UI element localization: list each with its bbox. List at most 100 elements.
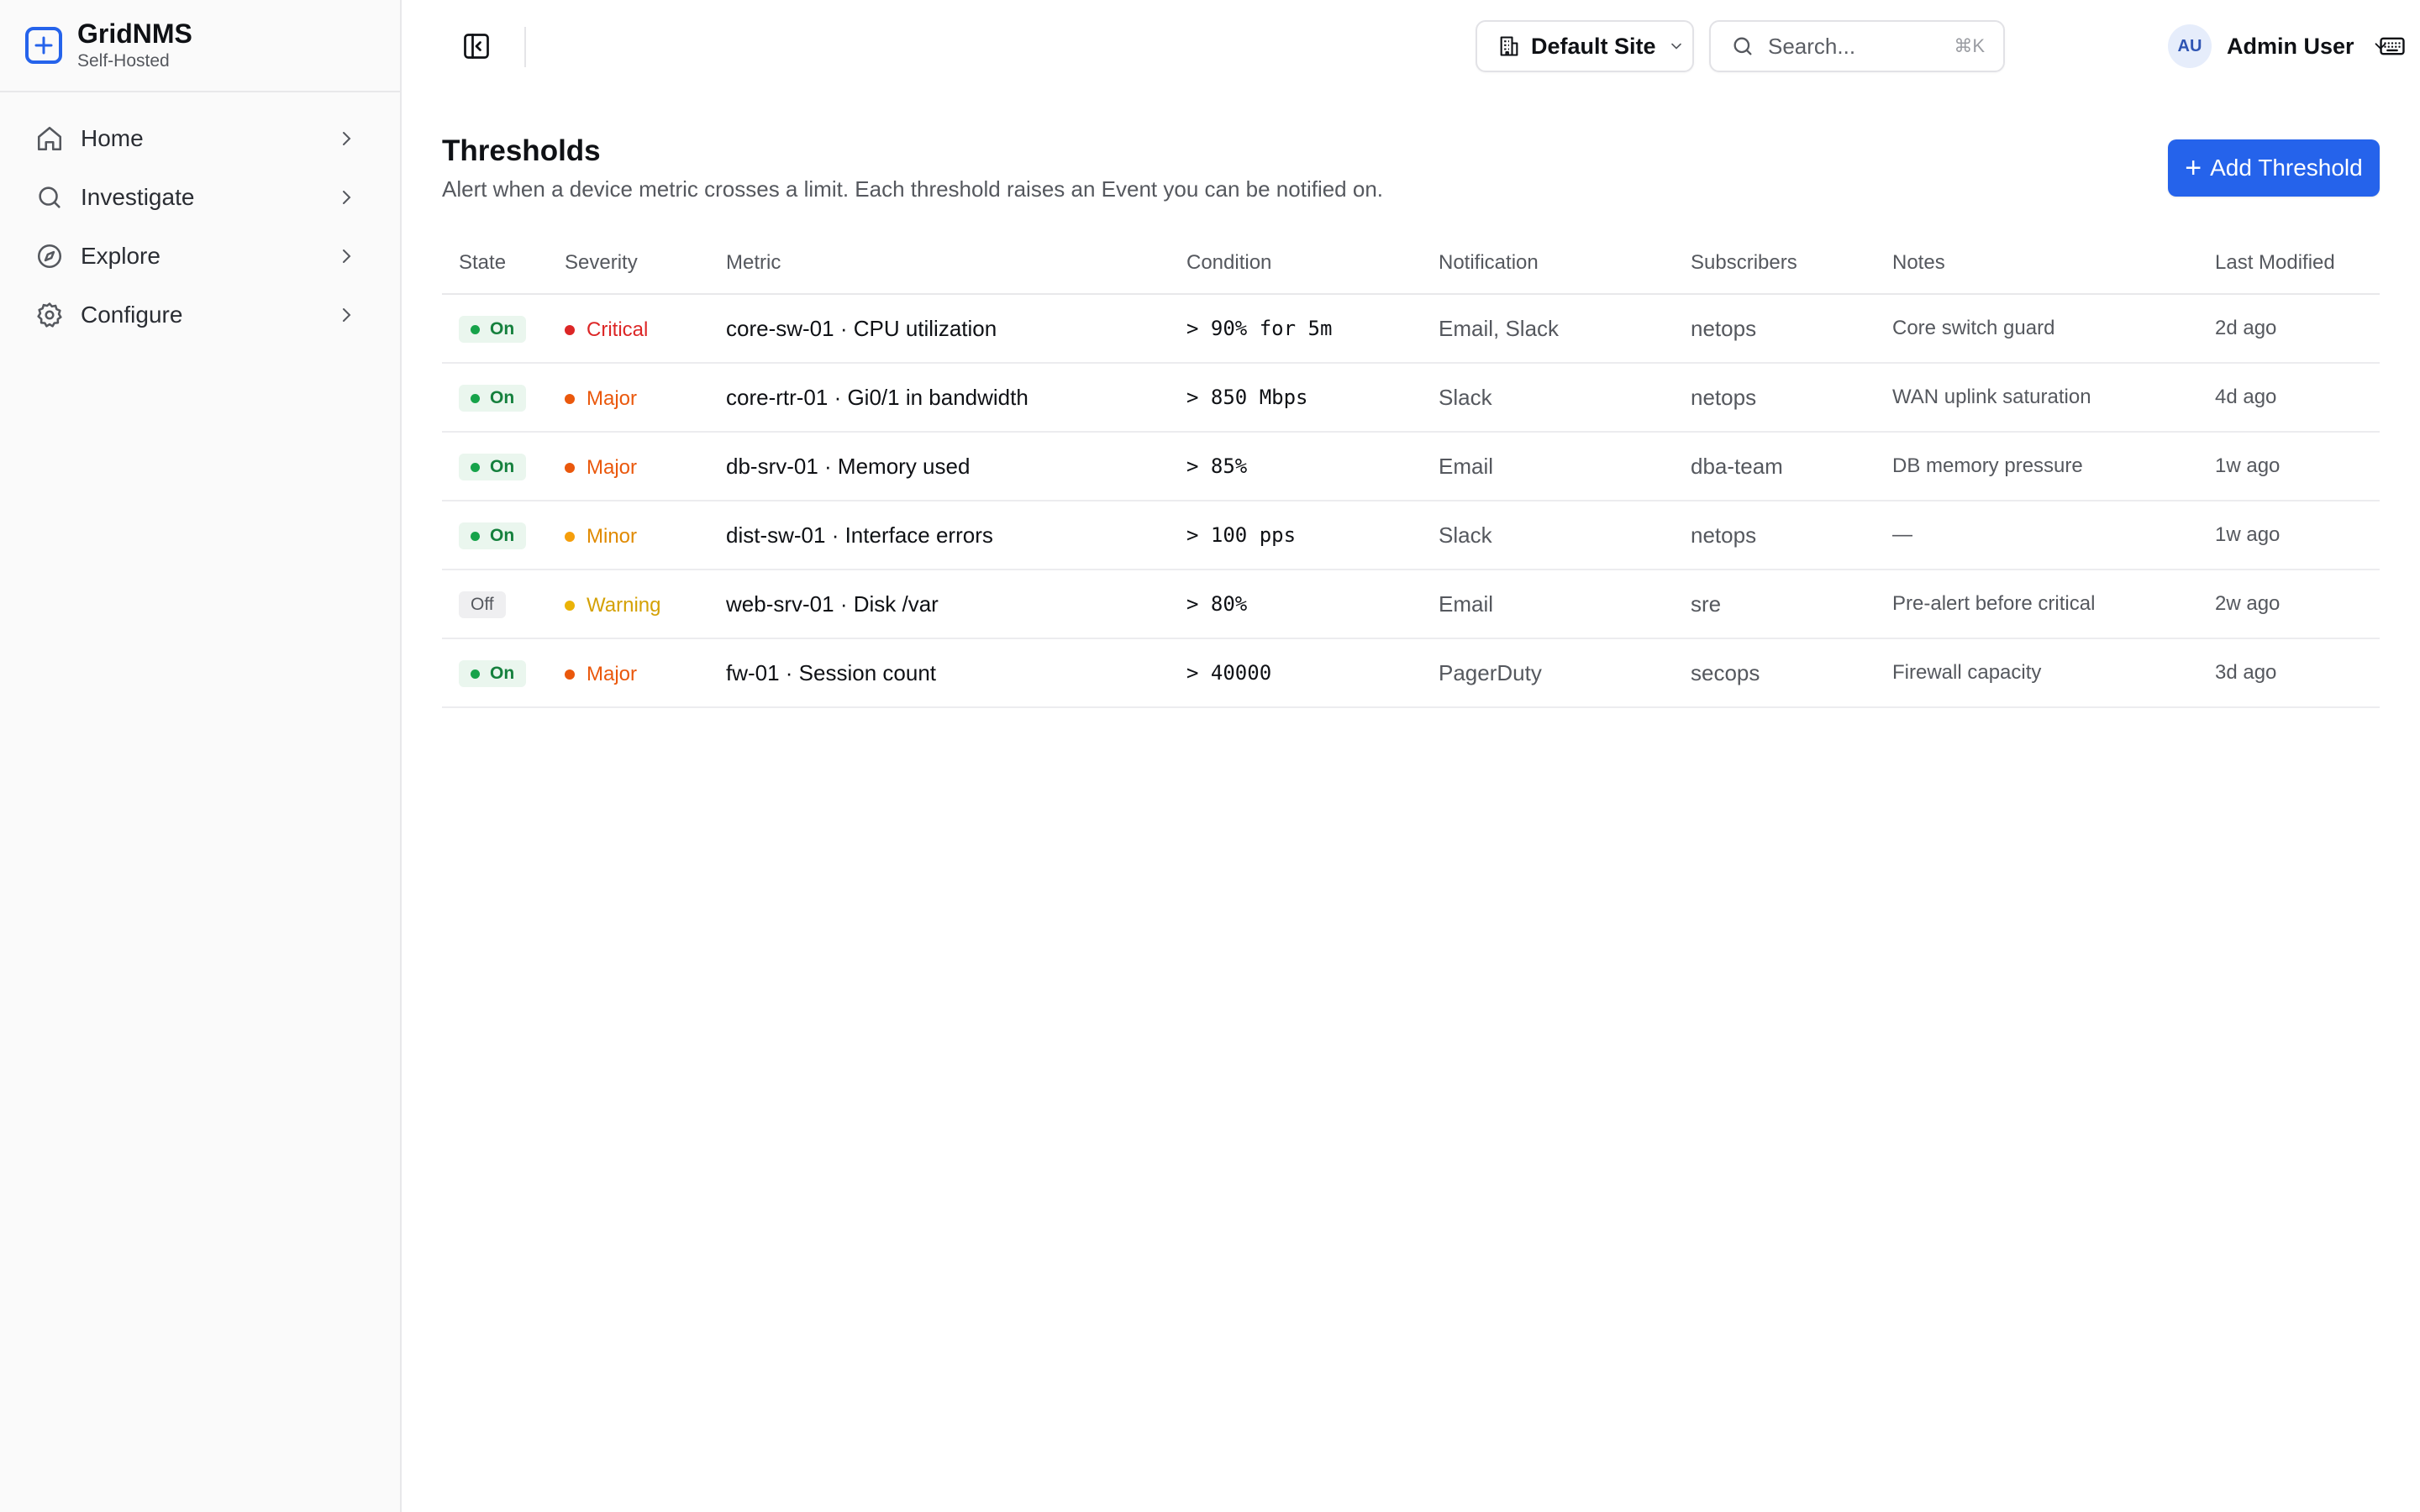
metric-cell: dist-sw-01 · Interface errors [709, 501, 1170, 570]
table-row[interactable]: Off Warning web-srv-01 · Disk /var > 80% Ema… [442, 570, 2380, 639]
state-label: On [490, 319, 515, 339]
state-badge[interactable]: On [459, 316, 527, 344]
site-selector-label: Default Site [1531, 33, 1656, 59]
sidebar-item-label: Home [81, 125, 144, 151]
column-header-notification[interactable]: Notification [1422, 232, 1674, 295]
severity-badge: Major [565, 663, 637, 686]
severity-badge: Major [565, 456, 637, 480]
state-badge[interactable]: On [459, 454, 527, 481]
chevron-right-icon [336, 129, 356, 149]
column-header-metric[interactable]: Metric [709, 232, 1170, 295]
notification-cell: Email [1422, 432, 1674, 501]
state-badge[interactable]: On [459, 660, 527, 688]
last-modified-cell: 1w ago [2198, 432, 2380, 501]
page-description: Alert when a device metric crosses a lim… [442, 176, 1384, 202]
state-cell: On [442, 501, 548, 570]
state-cell: On [442, 432, 548, 501]
severity-label: Warning [587, 594, 661, 617]
severity-cell: Major [548, 638, 709, 708]
condition-cell: > 85% [1170, 432, 1422, 501]
table-row[interactable]: On Major db-srv-01 · Memory used > 85% Email… [442, 432, 2380, 501]
search-icon [1731, 34, 1754, 58]
notification-cell: Slack [1422, 363, 1674, 433]
state-cell: On [442, 638, 548, 708]
last-modified-cell: 1w ago [2198, 501, 2380, 570]
state-label: On [490, 457, 515, 477]
notes-cell: DB memory pressure [1876, 432, 2198, 501]
sidebar-item-investigate[interactable]: Investigate [0, 168, 400, 227]
severity-label: Critical [587, 318, 649, 341]
state-label: Off [471, 595, 494, 614]
notes-cell: Firewall capacity [1876, 638, 2198, 708]
compass-icon [35, 242, 64, 270]
condition-cell: > 100 pps [1170, 501, 1422, 570]
subscribers-cell: secops [1674, 638, 1876, 708]
sidebar-item-home[interactable]: Home [0, 109, 400, 168]
severity-dot-icon [565, 394, 575, 404]
column-header-state[interactable]: State [442, 232, 548, 295]
add-threshold-label: Add Threshold [2210, 155, 2363, 181]
last-modified-cell: 2d ago [2198, 294, 2380, 364]
state-label: On [490, 664, 515, 684]
search-input[interactable] [1766, 32, 1954, 60]
severity-dot-icon [565, 601, 575, 611]
column-header-condition[interactable]: Condition [1170, 232, 1422, 295]
column-header-severity[interactable]: Severity [548, 232, 709, 295]
search-box: ⌘K [1709, 20, 2005, 72]
severity-badge: Critical [565, 318, 648, 342]
metric-cell: web-srv-01 · Disk /var [709, 570, 1170, 639]
table-header-row: State Severity Metric Condition Notifica… [442, 232, 2380, 295]
brand[interactable]: GridNMS Self-Hosted [0, 0, 400, 92]
chevron-right-icon [336, 187, 356, 207]
severity-cell: Critical [548, 294, 709, 364]
severity-label: Minor [587, 525, 638, 548]
condition-cell: > 90% for 5m [1170, 294, 1422, 364]
state-badge[interactable]: On [459, 385, 527, 412]
plus-icon: + [2185, 152, 2202, 184]
chevron-down-icon [2371, 37, 2390, 55]
last-modified-cell: 2w ago [2198, 570, 2380, 639]
sidebar-item-label: Investigate [81, 184, 195, 210]
table-row[interactable]: On Critical core-sw-01 · CPU utilization > … [442, 294, 2380, 364]
state-cell: On [442, 294, 548, 364]
column-header-subscribers[interactable]: Subscribers [1674, 232, 1876, 295]
sidebar-item-explore[interactable]: Explore [0, 227, 400, 286]
add-threshold-button[interactable]: + Add Threshold [2168, 139, 2380, 197]
metric-cell: core-sw-01 · CPU utilization [709, 294, 1170, 364]
severity-dot-icon [565, 669, 575, 680]
chevron-down-icon [1668, 38, 1685, 55]
main-content: Thresholds Alert when a device metric cr… [402, 92, 2420, 1512]
state-dot-icon [471, 393, 480, 403]
severity-dot-icon [565, 463, 575, 473]
severity-label: Major [587, 456, 638, 479]
notes-cell: Core switch guard [1876, 294, 2198, 364]
last-modified-cell: 4d ago [2198, 363, 2380, 433]
sidebar-toggle-button[interactable] [457, 27, 496, 66]
search-shortcut-hint: ⌘K [1954, 35, 1985, 56]
metric-cell: core-rtr-01 · Gi0/1 in bandwidth [709, 363, 1170, 433]
state-cell: On [442, 363, 548, 433]
home-icon [35, 124, 64, 153]
column-header-last-modified[interactable]: Last Modified [2198, 232, 2380, 295]
state-badge[interactable]: On [459, 522, 527, 550]
table-row[interactable]: On Minor dist-sw-01 · Interface errors > 10… [442, 501, 2380, 570]
brand-name: GridNMS [77, 18, 192, 49]
severity-cell: Major [548, 432, 709, 501]
user-name: Admin User [2227, 33, 2354, 59]
notes-cell: — [1876, 501, 2198, 570]
user-menu[interactable]: AU Admin User [2168, 23, 2390, 70]
severity-badge: Major [565, 387, 637, 411]
state-dot-icon [471, 324, 480, 334]
column-header-notes[interactable]: Notes [1876, 232, 2198, 295]
site-selector[interactable]: Default Site [1476, 20, 1694, 72]
notes-cell: Pre-alert before critical [1876, 570, 2198, 639]
state-badge[interactable]: Off [459, 591, 506, 618]
condition-cell: > 40000 [1170, 638, 1422, 708]
brand-subtitle: Self-Hosted [77, 51, 170, 71]
sidebar-item-label: Explore [81, 243, 160, 269]
sidebar-item-configure[interactable]: Configure [0, 286, 400, 344]
notification-cell: Email [1422, 570, 1674, 639]
severity-cell: Minor [548, 501, 709, 570]
table-row[interactable]: On Major fw-01 · Session count > 40000 Pager… [442, 638, 2380, 708]
table-row[interactable]: On Major core-rtr-01 · Gi0/1 in bandwidth >… [442, 363, 2380, 433]
